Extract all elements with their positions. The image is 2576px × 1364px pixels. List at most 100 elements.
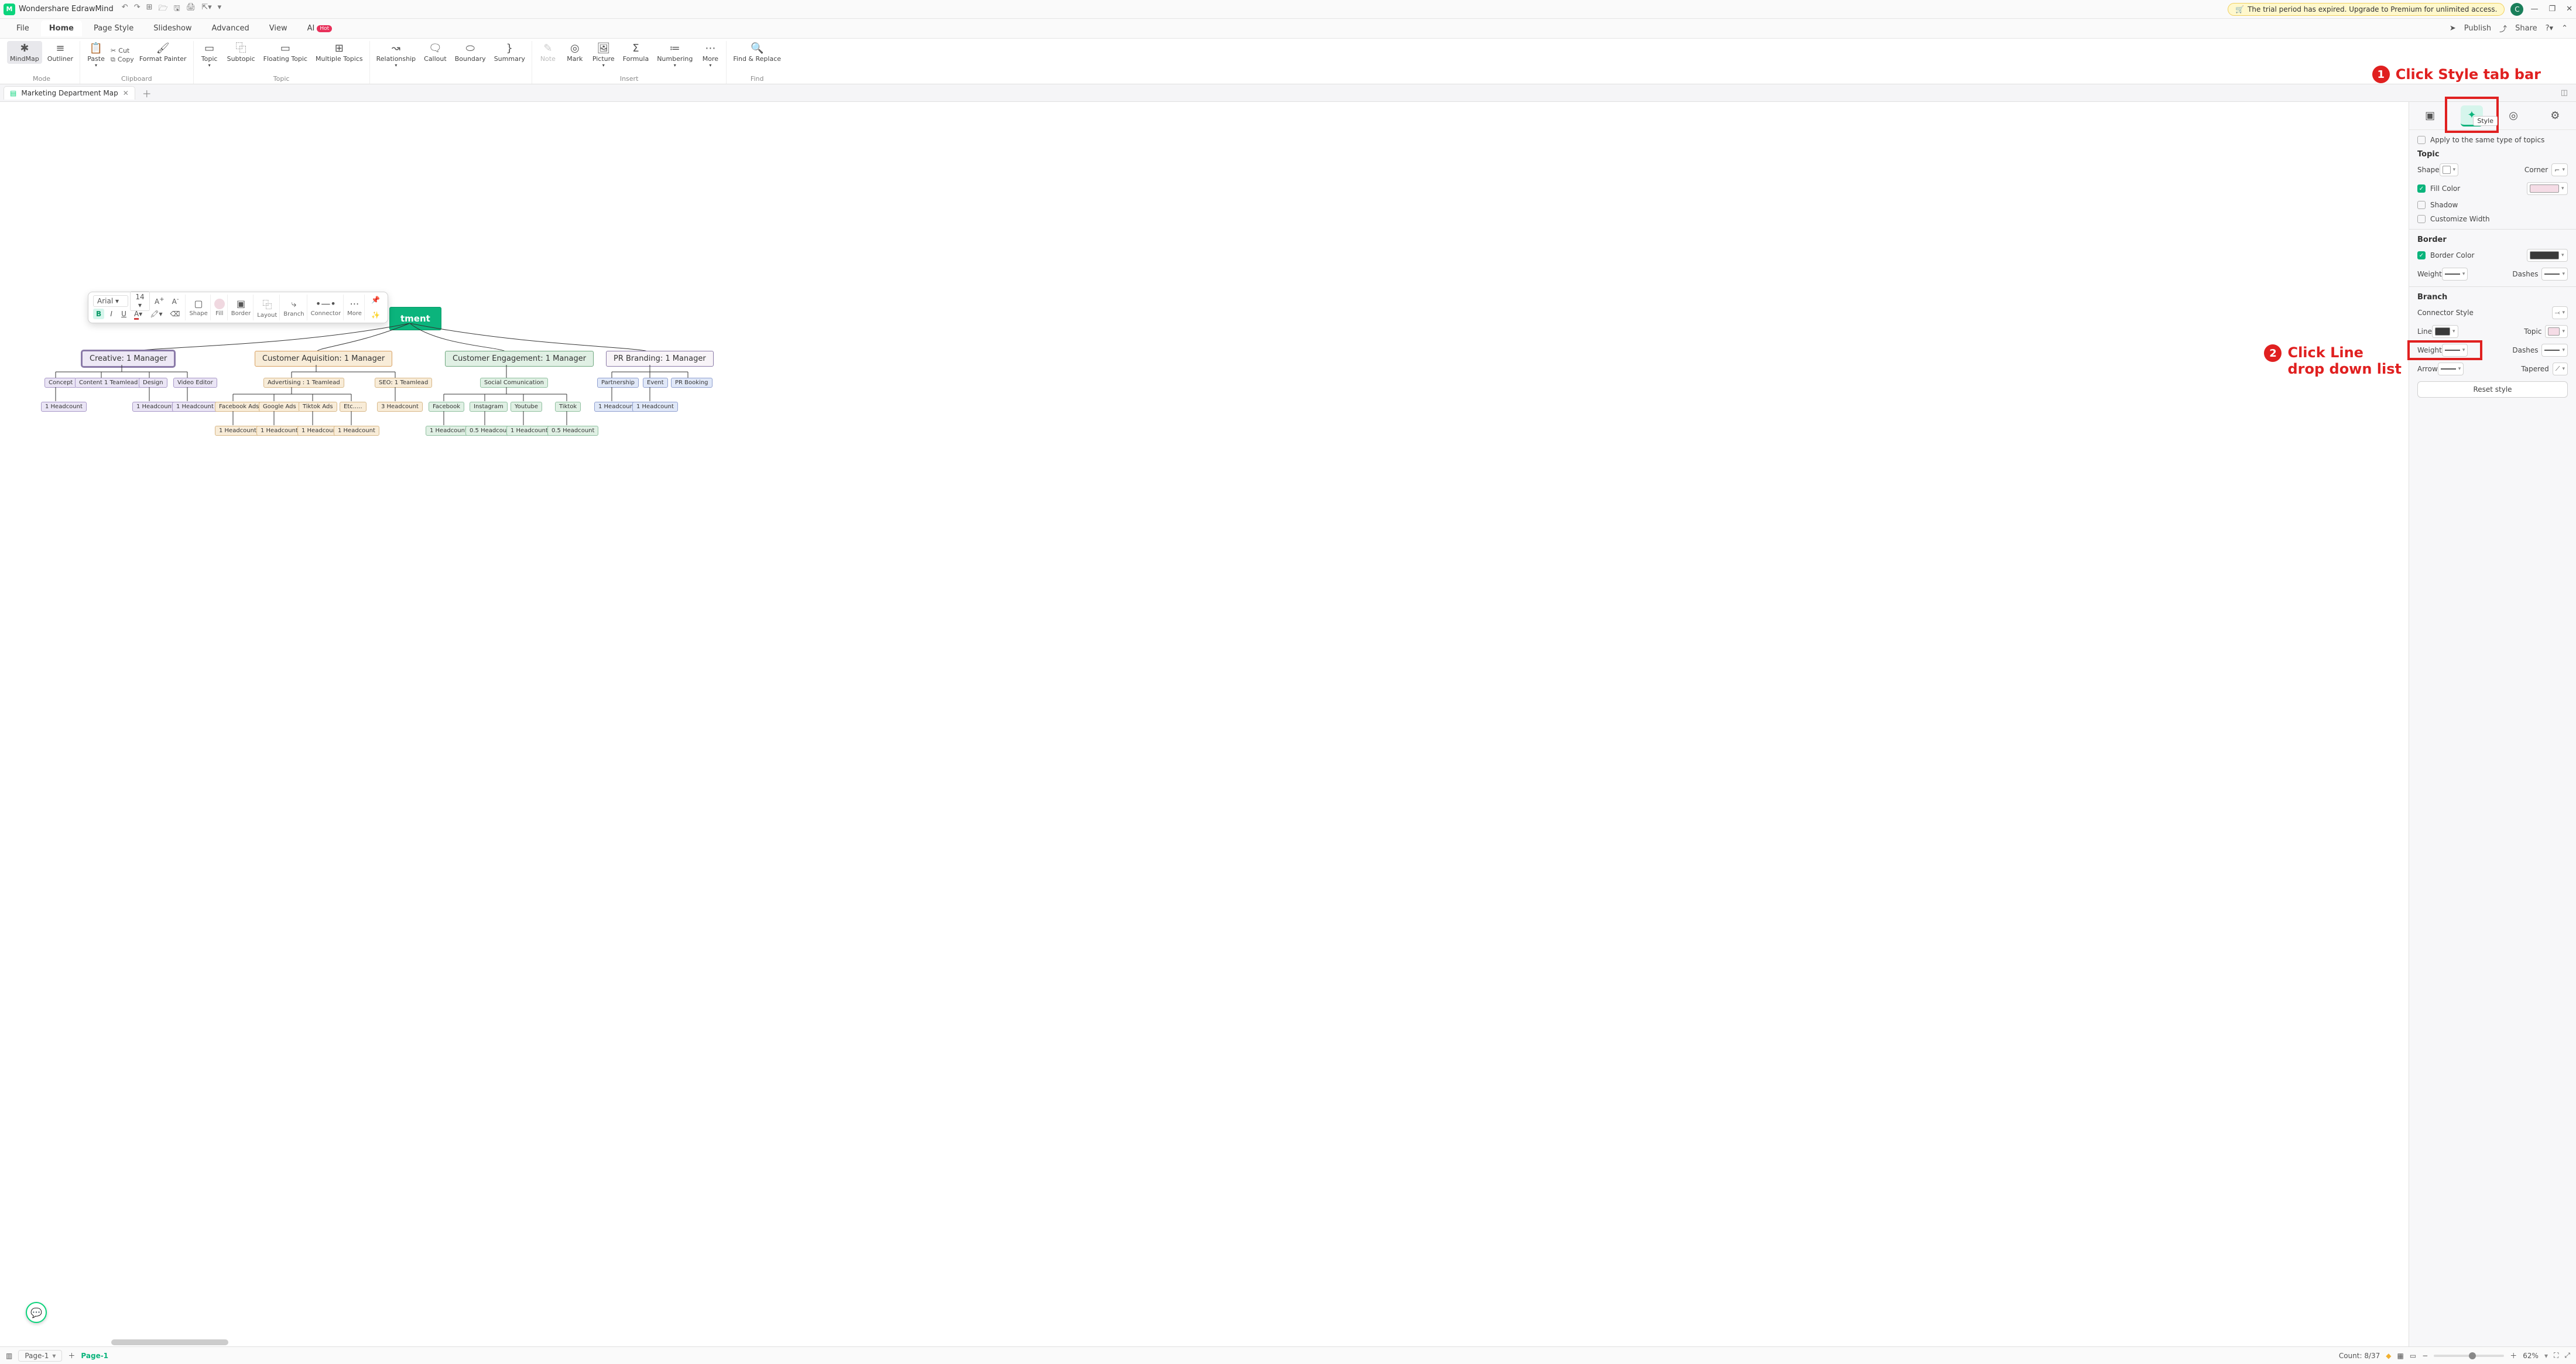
border-color-checkbox[interactable]: ✓	[2417, 251, 2426, 259]
help-icon[interactable]: ?▾	[2546, 24, 2553, 33]
pin-icon[interactable]: 📌	[368, 295, 383, 305]
font-select[interactable]: Arial ▾	[93, 295, 128, 307]
minimize-icon[interactable]: —	[2530, 5, 2538, 13]
branch-tool-icon[interactable]: ⤷	[291, 298, 296, 310]
apply-same-row[interactable]: Apply to the same type of topics	[2417, 136, 2568, 144]
node-root[interactable]: tment	[389, 307, 441, 330]
format-painter-button[interactable]: 🖌Format Painter	[136, 41, 190, 70]
share-button[interactable]: Share	[2515, 24, 2537, 33]
highlight-button[interactable]: 🖍▾	[147, 309, 165, 319]
active-page-label[interactable]: Page-1	[81, 1352, 108, 1360]
redo-icon[interactable]: ↷	[134, 3, 141, 16]
tapered-select[interactable]: ⟋▾	[2553, 363, 2568, 375]
zoom-in-button[interactable]: ＋	[2510, 1351, 2517, 1360]
node-hc-3[interactable]: 1 Headcount	[172, 402, 218, 412]
relationship-button[interactable]: ↝Relationship▾	[374, 41, 419, 70]
node-3-headcount[interactable]: 3 Headcount	[377, 402, 423, 412]
open-icon[interactable]: 🗁	[159, 3, 168, 16]
border-weight-select[interactable]: ▾	[2442, 268, 2468, 281]
collapse-ribbon-icon[interactable]: ⌃	[2561, 24, 2568, 33]
node-instagram[interactable]: Instagram	[470, 402, 508, 412]
add-tab-button[interactable]: ＋	[139, 86, 155, 100]
border-dashes-select[interactable]: ▾	[2541, 268, 2568, 281]
horizontal-scrollbar[interactable]	[111, 1339, 228, 1345]
node-yt-hc[interactable]: 1 Headcount	[506, 426, 552, 436]
node-pr-booking[interactable]: PR Booking	[671, 378, 712, 388]
topic-button[interactable]: ▭Topic▾	[197, 41, 222, 70]
node-seo-teamlead[interactable]: SEO: 1 Teamlead	[375, 378, 432, 388]
node-pr2-hc[interactable]: 1 Headcount	[632, 402, 678, 412]
node-design[interactable]: Design	[139, 378, 167, 388]
shape-select[interactable]: ▾	[2440, 163, 2459, 176]
node-concept[interactable]: Concept	[44, 378, 77, 388]
node-etc[interactable]: Etc.....	[340, 402, 366, 412]
fill-color-checkbox[interactable]: ✓	[2417, 184, 2426, 193]
connector-tool-icon[interactable]: •—•	[316, 298, 336, 309]
menu-file[interactable]: File	[8, 20, 37, 36]
node-fb2-hc[interactable]: 1 Headcount	[426, 426, 471, 436]
node-tiktok-ads[interactable]: Tiktok Ads	[299, 402, 337, 412]
panel-toggle-icon[interactable]: ◫	[2556, 88, 2572, 97]
node-social-communication[interactable]: Social Comunication	[480, 378, 548, 388]
numbering-button[interactable]: ≔Numbering▾	[654, 41, 696, 70]
italic-button[interactable]: I	[106, 309, 117, 319]
formula-button[interactable]: ΣFormula	[620, 41, 652, 70]
shape-tool-icon[interactable]: ▢	[194, 298, 203, 309]
boundary-button[interactable]: ⬭Boundary	[452, 41, 489, 70]
rp-tab-settings[interactable]: ⚙	[2544, 105, 2566, 127]
zoom-slider[interactable]	[2434, 1355, 2504, 1357]
view-grid-icon[interactable]: ▦	[2397, 1352, 2404, 1360]
layout-tool-icon[interactable]: ⿻	[262, 297, 272, 311]
rp-tab-icons[interactable]: ◎	[2502, 105, 2524, 127]
callout-button[interactable]: 🗨Callout	[421, 41, 450, 70]
branch-weight-select[interactable]: ▾	[2442, 344, 2468, 357]
publish-button[interactable]: Publish	[2464, 24, 2491, 33]
border-tool-icon[interactable]: ▣	[237, 298, 245, 309]
node-advertising-teamlead[interactable]: Advertising : 1 Teamlead	[263, 378, 344, 388]
chat-assistant-button[interactable]: 💬	[26, 1302, 47, 1323]
user-avatar[interactable]: C	[2510, 3, 2523, 16]
fullscreen-icon[interactable]: ⤢	[2564, 1351, 2570, 1360]
node-etc-hc[interactable]: 1 Headcount	[334, 426, 379, 436]
multiple-topics-button[interactable]: ⊞Multiple Topics	[313, 41, 366, 70]
fill-color-select[interactable]: ▾	[2527, 182, 2568, 195]
summary-button[interactable]: }Summary	[491, 41, 528, 70]
more-button[interactable]: ⋯More▾	[698, 41, 722, 70]
zoom-out-button[interactable]: −	[2422, 1352, 2428, 1360]
node-customer-acquisition-manager[interactable]: Customer Aquisition: 1 Manager	[255, 351, 392, 367]
customize-width-checkbox[interactable]	[2417, 215, 2426, 223]
clear-format-button[interactable]: ⌫	[167, 309, 183, 319]
border-color-select[interactable]: ▾	[2527, 249, 2568, 262]
shadow-checkbox[interactable]	[2417, 201, 2426, 209]
font-color-button[interactable]: A▾	[131, 309, 145, 319]
paste-button[interactable]: 📋Paste▾	[84, 41, 108, 70]
cut-button[interactable]: ✂Cut	[111, 47, 134, 54]
print-icon[interactable]: 🖨	[186, 3, 196, 16]
node-partnership[interactable]: Partnership	[597, 378, 639, 388]
subtopic-button[interactable]: ⿻Subtopic	[224, 41, 258, 70]
node-tiktok[interactable]: Tiktok	[555, 402, 581, 412]
more-tool-icon[interactable]: ⋯	[350, 298, 359, 309]
mark-button[interactable]: ◎Mark	[563, 41, 587, 70]
arrow-select[interactable]: ▾	[2438, 363, 2464, 375]
view-page-icon[interactable]: ▭	[2410, 1352, 2416, 1360]
node-pr-branding-manager[interactable]: PR Branding: 1 Manager	[606, 351, 714, 367]
outliner-button[interactable]: ≡Outliner	[44, 41, 76, 64]
menu-home[interactable]: Home	[41, 20, 82, 36]
fit-screen-icon[interactable]: ⛶	[2554, 1351, 2558, 1360]
trial-banner[interactable]: 🛒 The trial period has expired. Upgrade …	[2228, 3, 2505, 16]
document-tab[interactable]: ▤ Marketing Department Map ✕	[4, 86, 135, 100]
node-facebook-ads[interactable]: Facebook Ads	[215, 402, 263, 412]
node-facebook[interactable]: Facebook	[429, 402, 464, 412]
apply-same-checkbox[interactable]	[2417, 136, 2426, 144]
floating-topic-button[interactable]: ▭Floating Topic	[261, 41, 310, 70]
corner-select[interactable]: ⌐▾	[2551, 163, 2568, 176]
branch-dashes-select[interactable]: ▾	[2541, 344, 2568, 357]
connector-style-select[interactable]: ⤙▾	[2552, 306, 2568, 319]
decrease-font-icon[interactable]: A-	[169, 295, 182, 307]
page-select[interactable]: Page-1▾	[18, 1350, 62, 1362]
rp-tab-outline[interactable]: ▣	[2419, 105, 2441, 127]
fill-tool-icon[interactable]	[214, 299, 225, 309]
canvas[interactable]: tment Creative: 1 Manager Customer Aquis…	[0, 102, 2409, 1346]
node-fb-hc[interactable]: 1 Headcount	[215, 426, 261, 436]
